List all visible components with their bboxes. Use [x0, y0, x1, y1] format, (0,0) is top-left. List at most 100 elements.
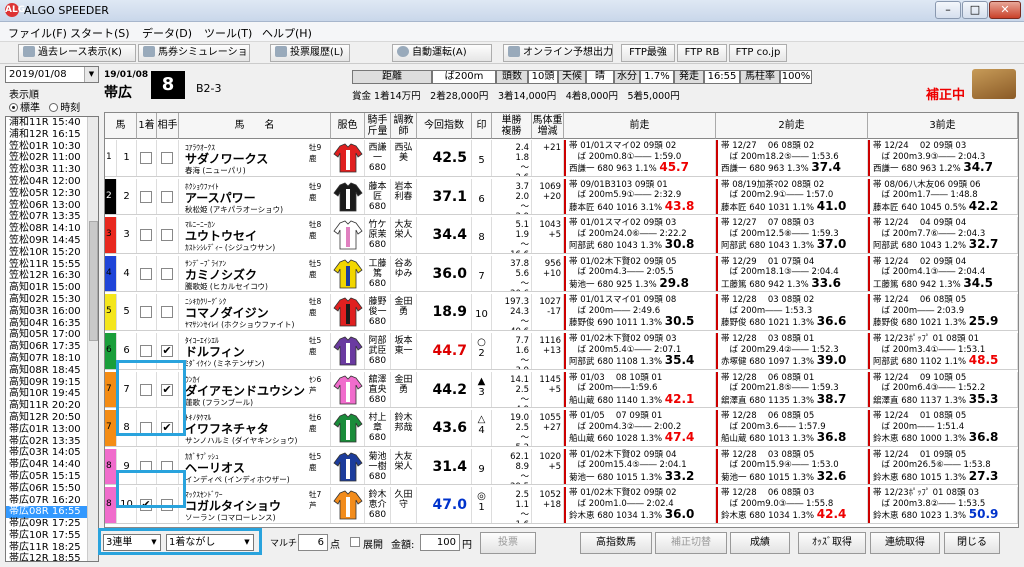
bet-type-select[interactable]: 3連単 ▼ — [103, 534, 161, 551]
partner-checkbox[interactable]: ✔ — [161, 345, 173, 357]
race-list-item[interactable]: 帯広06R 15:50 — [6, 483, 98, 495]
prev-race-3[interactable]: 帯 12/24 09 10頭 05 ば 200m6.4③―― 1:52.2 舘澤… — [868, 371, 1018, 408]
vote-history-button[interactable]: 投票履歴(L) — [270, 44, 350, 62]
race-list-item[interactable]: 帯広09R 17:25 — [6, 518, 98, 530]
past-race-button[interactable]: 過去レース表示(K) — [18, 44, 136, 62]
race-list-item[interactable]: 笠松02R 11:00 — [6, 152, 98, 164]
prev-race-1[interactable]: 帯 01/01スマイ02 09頭 03 ば 200m24.0⑥―― 2:22.2… — [564, 217, 716, 253]
table-row[interactable]: 22 ﾎｸｼｮｳﾌｧｲﾄ 牡9 鹿 アースパワー 秋松姫 (アキパラオーショウ)… — [105, 178, 1018, 216]
first-checkbox[interactable] — [140, 190, 152, 203]
prev-race-3[interactable]: 帯 12/24 01 09頭 05 ば 200m26.5⑥―― 1:53.8 鈴… — [868, 448, 1018, 485]
menu-start[interactable]: スタート(S) — [70, 25, 130, 41]
first-checkbox[interactable] — [140, 306, 152, 319]
ftp-saikyo-button[interactable]: FTP最強 — [621, 44, 675, 62]
race-list-item[interactable]: 高知01R 15:00 — [6, 282, 98, 294]
prev-race-1[interactable]: 帯 09/01B3103 09頭 01 ば 200m5.9①―― 2:32.9 … — [564, 178, 716, 215]
table-row[interactable]: 8 10 ✔ ﾏｯｸｽｾﾝﾄﾞﾜｰ 牡7 芦 コガルタイショウ ソーラン (コマロー… — [105, 487, 1018, 524]
race-list-item[interactable]: 笠松01R 10:30 — [6, 141, 98, 153]
prev-race-2[interactable]: 帯 12/28 03 08頭 05 ば 200m15.9④―― 1:53.0 菊… — [716, 448, 868, 485]
race-list-item[interactable]: 高知10R 19:45 — [6, 388, 98, 400]
prev-race-2[interactable]: 帯 12/28 06 08頭 05 ば 200m3.6―― 1:57.9 船山蔵… — [716, 410, 868, 446]
radio-time[interactable] — [49, 103, 59, 112]
race-list-item[interactable]: 高知07R 18:10 — [6, 353, 98, 365]
race-list-item[interactable]: 帯広02R 13:35 — [6, 436, 98, 448]
race-list-item[interactable]: 帯広05R 15:15 — [6, 471, 98, 483]
bet-mode-select[interactable]: 1着ながし ▼ — [166, 534, 254, 551]
radio-standard[interactable] — [9, 103, 18, 112]
prev-race-1[interactable]: 帯 01/02木下賢02 09頭 02 ば 200m1.0―― 2:02.4 鈴… — [564, 487, 716, 523]
table-row[interactable]: 8 9 ｶｶﾞｻﾌﾟｯｼｭ 牡5 鹿 ヘーリオス インディペ (インディホウザー)… — [105, 448, 1018, 486]
table-row[interactable]: 44 ｻﾝﾃﾞｰﾌﾞﾗｲｱﾝ 牡5 鹿 カミノシズク 騰歌姫 (ヒカルセイコウ)… — [105, 255, 1018, 293]
correction-toggle-button[interactable]: 補正切替 — [655, 532, 727, 554]
race-list-item[interactable]: 高知05R 17:00 — [6, 329, 98, 341]
race-list-item[interactable]: 高知12R 20:50 — [6, 412, 98, 424]
high-index-button[interactable]: 高指数馬 — [580, 532, 652, 554]
menu-data[interactable]: データ(D) — [142, 25, 192, 41]
race-list-item[interactable]: 高知11R 20:20 — [6, 400, 98, 412]
first-checkbox[interactable] — [140, 345, 152, 357]
prev-race-2[interactable]: 帯 12/28 06 08頭 03 ば 200m9.0③―― 1:55.8 鈴木… — [716, 487, 868, 523]
race-list-item[interactable]: 帯広11R 18:25 — [6, 542, 98, 554]
race-list-item[interactable]: 高知06R 17:35 — [6, 341, 98, 353]
online-output-button[interactable]: オンライン予想出力 — [503, 44, 613, 62]
race-list-item[interactable]: 浦和11R 15:40 — [6, 117, 98, 129]
partner-checkbox[interactable] — [161, 267, 173, 280]
race-list-item[interactable]: 高知04R 16:35 — [6, 318, 98, 330]
date-select[interactable]: 2019/01/08 ▼ — [5, 66, 99, 83]
continuous-fetch-button[interactable]: 連続取得 — [870, 532, 940, 554]
prev-race-1[interactable]: 帯 01/02木下賢02 09頭 05 ば 200m4.3―― 2:05.5 菊… — [564, 255, 716, 292]
prev-race-3[interactable]: 帯 12/24 02 09頭 03 ば 200m3.9③―― 2:04.3 西謙… — [868, 140, 1018, 176]
first-checkbox[interactable] — [140, 267, 152, 280]
race-list-item[interactable]: 笠松07R 13:35 — [6, 211, 98, 223]
prev-race-1[interactable]: 帯 01/01スマイ01 09頭 08 ば 200m―― 2:49.6 藤野俊 … — [564, 294, 716, 330]
prev-race-2[interactable]: 帯 08/19加茶ﾏ02 08頭 02 ば 200m2.9①―― 1:57.0 … — [716, 178, 868, 215]
race-list-item[interactable]: 高知09R 19:15 — [6, 377, 98, 389]
race-list-item[interactable]: 帯広12R 18:55 — [6, 553, 98, 561]
race-list-item[interactable]: 笠松03R 11:30 — [6, 164, 98, 176]
prev-race-2[interactable]: 帯 12/27 07 08頭 03 ば 200m12.5⑧―― 1:59.3 阿… — [716, 217, 868, 253]
prev-race-1[interactable]: 帯 01/01スマイ02 09頭 02 ば 200m0.8①―― 1:59.0 … — [564, 140, 716, 176]
prev-race-3[interactable]: 帯 12/24 06 08頭 05 ば 200m―― 2:03.9 藤野俊 68… — [868, 294, 1018, 330]
race-list-item[interactable]: 笠松04R 12:00 — [6, 176, 98, 188]
simulation-button[interactable]: 馬券シミュレーション(B) — [138, 44, 250, 62]
partner-checkbox[interactable] — [161, 229, 173, 242]
race-list-item[interactable]: 帯広01R 13:00 — [6, 424, 98, 436]
close-button[interactable]: ✕ — [989, 1, 1021, 19]
prev-race-2[interactable]: 帯 12/29 01 07頭 04 ば 200m18.1③―― 2:04.4 工… — [716, 255, 868, 292]
vote-button[interactable]: 投票 — [480, 532, 536, 554]
minimize-button[interactable]: – — [935, 1, 961, 19]
ftp-cojp-button[interactable]: FTP co.jp — [729, 44, 787, 62]
menu-file[interactable]: ファイル(F) — [8, 25, 67, 41]
prev-race-2[interactable]: 帯 12/28 03 08頭 01 ば 200m29.4②―― 1:52.3 赤… — [716, 333, 868, 369]
prev-race-3[interactable]: 帯 12/24 04 09頭 04 ば 200m7.7⑥―― 2:04.3 阿部… — [868, 217, 1018, 253]
race-list-item[interactable]: 笠松09R 14:45 — [6, 235, 98, 247]
prev-race-1[interactable]: 帯 01/02木下賢02 09頭 04 ば 200m15.4⑤―― 2:04.1… — [564, 448, 716, 485]
partner-checkbox[interactable] — [161, 190, 173, 203]
prev-race-2[interactable]: 帯 12/28 03 08頭 02 ば 200m―― 1:53.3 藤野俊 68… — [716, 294, 868, 330]
race-list-item[interactable]: 帯広10R 17:55 — [6, 530, 98, 542]
prev-race-3[interactable]: 帯 12/23ﾎﾟｯﾌﾟ 01 08頭 01 ば 200m3.4①―― 1:53… — [868, 333, 1018, 369]
race-list-item[interactable]: 帯広04R 14:40 — [6, 459, 98, 471]
close-window-button[interactable]: 閉じる — [944, 532, 1000, 554]
first-checkbox[interactable] — [140, 229, 152, 242]
scrollbar-thumb[interactable] — [89, 221, 98, 341]
ftp-rb-button[interactable]: FTP RB — [677, 44, 727, 62]
table-row[interactable]: 7 7 ✔ ｳﾝｶｲ ｾﾝ6 芦 ダイアモンドユウシン 蓮歌 (フランブール) 舘澤直… — [105, 371, 1018, 409]
table-row[interactable]: 11 ｺｱﾗｳｵｰｸｽ 牡9 鹿 サダノワークス 春海 (ニューパリ) 西謙一 6… — [105, 140, 1018, 177]
amount-input[interactable]: 100 — [420, 534, 460, 551]
race-list-item[interactable]: 帯広08R 16:55 — [6, 506, 98, 519]
race-list-item[interactable]: 笠松12R 16:30 — [6, 270, 98, 282]
race-list-item[interactable]: 浦和12R 16:15 — [6, 129, 98, 141]
prev-race-3[interactable]: 帯 12/24 02 09頭 04 ば 200m4.1③―― 2:04.4 工藤… — [868, 255, 1018, 292]
prev-race-3[interactable]: 帯 12/23ﾎﾟｯﾌﾟ 01 08頭 03 ば 200m3.8②―― 1:53… — [868, 487, 1018, 523]
race-list-scrollbar[interactable] — [87, 117, 98, 561]
maximize-button[interactable]: □ — [962, 1, 988, 19]
race-list-item[interactable]: 笠松11R 15:55 — [6, 259, 98, 271]
race-list-item[interactable]: 笠松10R 15:20 — [6, 247, 98, 259]
table-row[interactable]: 33 ﾏﾙﾆｰﾆｰｶﾝ 牡8 鹿 ユウトウセイ ｶｽﾄｼｼﾚﾃﾞｨｰ (シジュウ… — [105, 217, 1018, 254]
auto-run-button[interactable]: 自動運転(A) — [392, 44, 492, 62]
race-list-item[interactable]: 笠松05R 12:30 — [6, 188, 98, 200]
race-list-item[interactable]: 高知08R 18:45 — [6, 365, 98, 377]
table-row[interactable]: 55 ﾆｼｷｶｸﾘｰｸﾞｼｸ 牡8 鹿 コマノダイジン ﾔﾏｻｼﾝｾｲﾚｲ (ホ… — [105, 294, 1018, 331]
partner-checkbox[interactable] — [161, 152, 173, 164]
